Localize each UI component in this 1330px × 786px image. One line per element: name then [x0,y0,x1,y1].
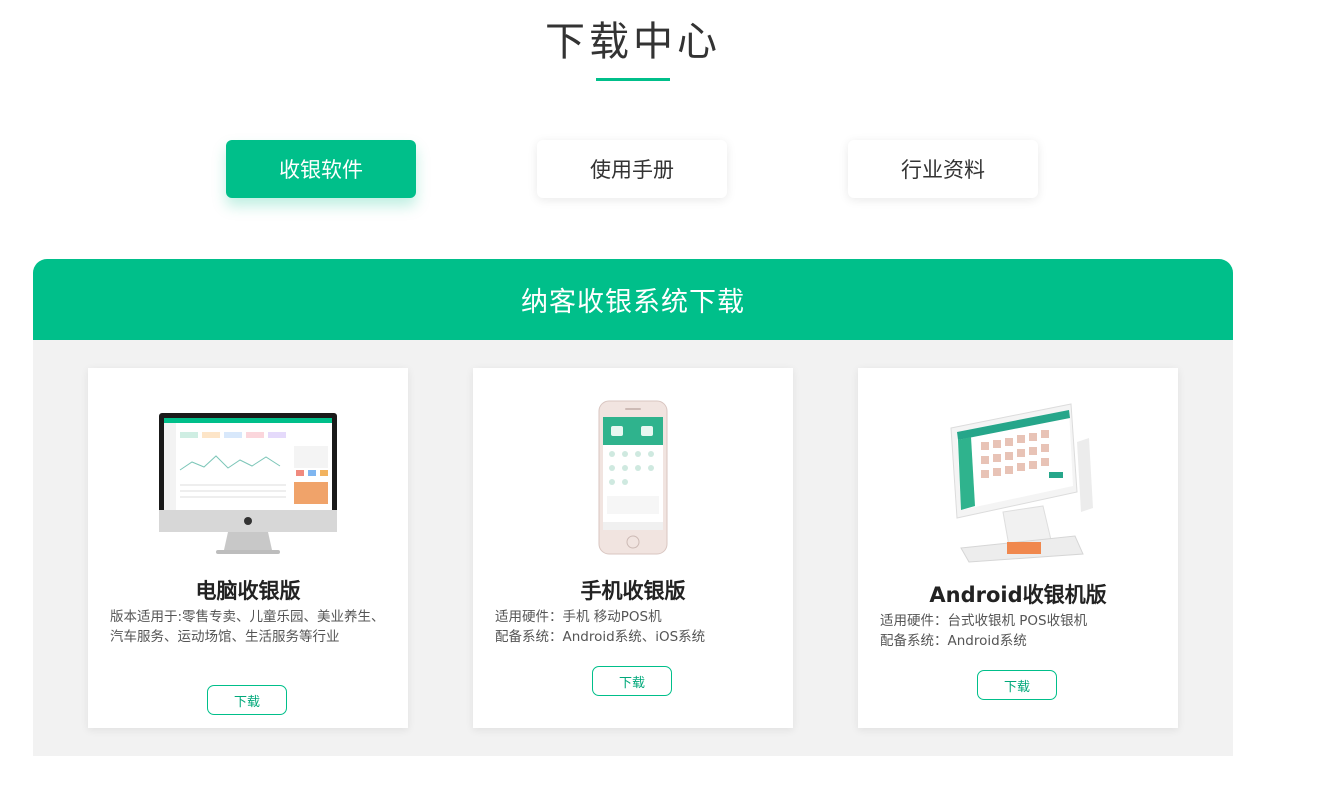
tab-cashier-software[interactable]: 收银软件 [226,140,416,198]
card-pc-cashier: 电脑收银版 版本适用于:零售专卖、儿童乐园、美业养生、汽车服务、运动场馆、生活服… [88,368,408,728]
tab-industry-materials[interactable]: 行业资料 [848,140,1038,198]
card-android-pos: Android收银机版 适用硬件：台式收银机 POS收银机 配备系统：Andro… [858,368,1178,728]
desc-line-hardware: 适用硬件：手机 移动POS机 [495,609,662,625]
download-mobile-button[interactable]: 下载 [592,666,672,696]
monitor-image [88,412,408,557]
card-mobile-cashier: 手机收银版 适用硬件：手机 移动POS机 配备系统：Android系统、iOS系… [473,368,793,728]
download-android-button[interactable]: 下载 [977,670,1057,700]
pos-terminal-image [858,402,1178,564]
card-description: 适用硬件：台式收银机 POS收银机 配备系统：Android系统 [880,611,1160,651]
desc-line-system: 配备系统：Android系统 [880,633,1027,649]
desc-line-hardware: 适用硬件：台式收银机 POS收银机 [880,613,1088,629]
title-underline [596,78,670,81]
card-title: Android收银机版 [929,583,1107,607]
card-description: 版本适用于:零售专卖、儿童乐园、美业养生、汽车服务、运动场馆、生活服务等行业 [110,609,385,645]
phone-image [473,400,793,556]
tab-user-manual[interactable]: 使用手册 [537,140,727,198]
card-description: 适用硬件：手机 移动POS机 配备系统：Android系统、iOS系统 [495,607,775,647]
desc-line-system: 配备系统：Android系统、iOS系统 [495,629,706,645]
card-title: 手机收银版 [580,579,686,603]
panel-title: 纳客收银系统下载 [33,259,1233,340]
page-title: 下载中心 [545,19,721,65]
download-pc-button[interactable]: 下载 [207,685,287,715]
card-title: 电脑收银版 [195,579,301,603]
